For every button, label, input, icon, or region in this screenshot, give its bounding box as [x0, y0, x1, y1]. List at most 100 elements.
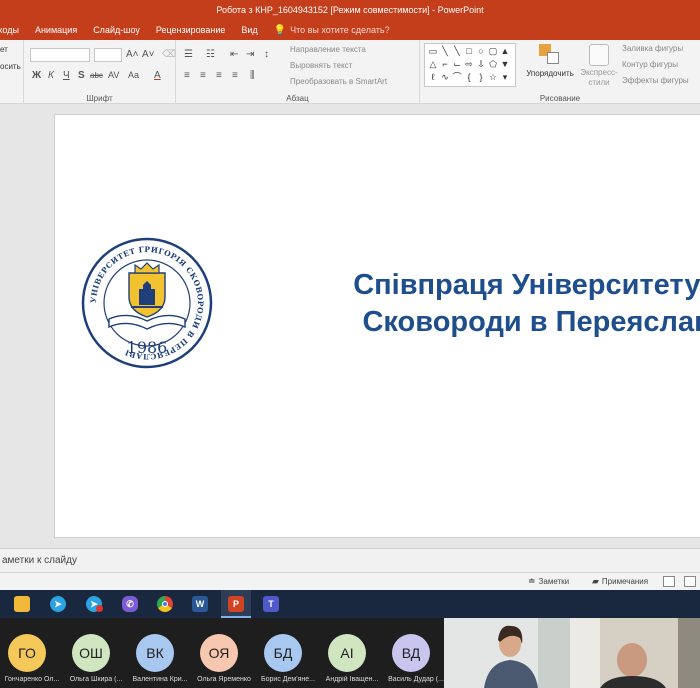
- arrow-right-shape-icon[interactable]: ⇨: [463, 58, 475, 71]
- participant-name: Валентина Кри...: [132, 676, 188, 683]
- file-explorer-icon[interactable]: [14, 596, 30, 612]
- participant-tile[interactable]: БД Борис Дем'яне...: [256, 618, 320, 688]
- arrow-down-shape-icon[interactable]: ⇩: [475, 58, 487, 71]
- star-shape-icon[interactable]: ☆: [487, 71, 499, 84]
- align-right-icon[interactable]: ≡: [216, 70, 222, 81]
- logo-year: 1986: [127, 338, 168, 357]
- justify-icon[interactable]: ≡: [232, 70, 238, 81]
- quick-styles-button[interactable]: Экспресс-стили: [578, 42, 620, 92]
- brace-left-shape-icon[interactable]: {: [463, 71, 475, 84]
- gallery-more-icon[interactable]: ▾: [499, 71, 511, 84]
- format-painter-button[interactable]: осить: [0, 62, 21, 71]
- clipboard-group: ет осить: [0, 40, 24, 104]
- columns-icon[interactable]: ⫼: [250, 70, 255, 81]
- brace-right-shape-icon[interactable]: }: [475, 71, 487, 84]
- slide-workspace: УНІВЕРСИТЕТ ГРИГОРІЯ СКОВОРОДИ В ПЕРЕЯСЛ…: [0, 104, 700, 548]
- sorter-view-icon[interactable]: [684, 576, 696, 587]
- font-group-label: Шрифт: [86, 94, 113, 103]
- font-name-combo[interactable]: [30, 48, 90, 62]
- textbox-shape-icon[interactable]: ▭: [427, 45, 439, 58]
- shape-fill-button[interactable]: Заливка фигуры: [622, 44, 683, 53]
- connector-shape-icon[interactable]: ⌐: [439, 58, 451, 71]
- freeform-shape-icon[interactable]: ℓ: [427, 71, 439, 84]
- lightbulb-icon: 💡: [273, 24, 287, 36]
- tab-slideshow[interactable]: Слайд-шоу: [93, 25, 140, 35]
- powerpoint-icon[interactable]: P: [228, 596, 244, 612]
- tab-review[interactable]: Рецензирование: [156, 25, 226, 35]
- participant-tile[interactable]: ВК Валентина Кри...: [128, 618, 192, 688]
- word-icon[interactable]: W: [192, 596, 208, 612]
- tab-animations[interactable]: Анимация: [35, 25, 77, 35]
- arrange-icon: [539, 44, 561, 66]
- italic-button[interactable]: К: [48, 70, 54, 81]
- slide-title-line-2: Сковороди в Переяславі із Н: [362, 306, 700, 338]
- line-shape-icon[interactable]: ╲: [439, 45, 451, 58]
- notes-pane[interactable]: аметки к слайду: [0, 548, 700, 572]
- rectangle-shape-icon[interactable]: □: [463, 45, 475, 58]
- slide-title-line-1: Співпраця Університету Григо: [353, 269, 700, 301]
- comments-toggle-button[interactable]: ▰ Примечания: [592, 576, 648, 587]
- line-shape-icon[interactable]: ╲: [451, 45, 463, 58]
- slide-title[interactable]: Співпраця Університету Григо Сковороди в…: [291, 267, 700, 341]
- bullets-icon[interactable]: ☰: [184, 49, 193, 60]
- scroll-up-icon[interactable]: ▲: [499, 45, 511, 58]
- underline-button[interactable]: Ч: [63, 70, 70, 81]
- font-color-button[interactable]: A: [154, 70, 161, 81]
- tab-transitions[interactable]: ходы: [0, 25, 19, 35]
- slide-canvas[interactable]: УНІВЕРСИТЕТ ГРИГОРІЯ СКОВОРОДИ В ПЕРЕЯСЛ…: [54, 114, 700, 538]
- bold-button[interactable]: Ж: [32, 70, 41, 81]
- wave-shape-icon[interactable]: ⌒: [451, 71, 463, 84]
- shapes-gallery[interactable]: ▭ ╲ ╲ □ ○ ▢ ▲ △ ⌐ ⌙ ⇨ ⇩ ⬠ ▼ ℓ ∿ ⌒ { } ☆ …: [424, 43, 516, 87]
- participant-tile[interactable]: АІ Андрій Іващен...: [320, 618, 384, 688]
- char-spacing-button[interactable]: AV: [108, 70, 119, 80]
- grow-font-icon[interactable]: A˄: [126, 49, 139, 60]
- align-left-icon[interactable]: ≡: [184, 70, 190, 81]
- shadow-button[interactable]: S: [78, 70, 85, 81]
- viber-icon[interactable]: ✆: [122, 596, 138, 612]
- video-tile-participant-2[interactable]: [570, 618, 700, 688]
- arrange-button[interactable]: Упорядочить: [524, 42, 576, 90]
- telegram-icon[interactable]: ➤: [50, 596, 66, 612]
- shrink-font-icon[interactable]: A˅: [142, 49, 155, 60]
- avatar: ВД: [392, 634, 430, 672]
- font-size-combo[interactable]: [94, 48, 122, 62]
- participant-tile[interactable]: ОЯ Ольга Яременко: [192, 618, 256, 688]
- avatar: ГО: [8, 634, 46, 672]
- avatar: АІ: [328, 634, 366, 672]
- rounded-rect-shape-icon[interactable]: ▢: [487, 45, 499, 58]
- change-case-button[interactable]: Aa: [128, 70, 139, 80]
- participant-name: Гончаренко Ол...: [4, 676, 60, 683]
- participant-tile[interactable]: ГО Гончаренко Ол...: [0, 618, 64, 688]
- chrome-icon[interactable]: [157, 596, 173, 612]
- strikethrough-button[interactable]: abc: [90, 71, 103, 80]
- normal-view-icon[interactable]: [663, 576, 675, 587]
- tell-me-box[interactable]: 💡 Что вы хотите сделать?: [274, 25, 390, 36]
- scroll-down-icon[interactable]: ▼: [499, 58, 511, 71]
- pentagon-shape-icon[interactable]: ⬠: [487, 58, 499, 71]
- teams-icon[interactable]: T: [263, 596, 279, 612]
- notes-toggle-button[interactable]: ≐ Заметки: [528, 576, 569, 587]
- text-direction-button[interactable]: Направление текста: [290, 45, 366, 54]
- quick-styles-label: Экспресс-стили: [580, 68, 618, 87]
- increase-indent-icon[interactable]: ⇥: [246, 49, 254, 60]
- shape-effects-button[interactable]: Эффекты фигуры: [622, 76, 689, 85]
- paragraph-group: ☰ ☷ ⇤ ⇥ ↕ ≡ ≡ ≡ ≡ ⫼ Направление текста В…: [176, 40, 420, 104]
- decrease-indent-icon[interactable]: ⇤: [230, 49, 238, 60]
- participant-tile[interactable]: ОШ Ольга Шкира (...: [64, 618, 128, 688]
- clear-format-icon[interactable]: ⌫: [162, 49, 176, 60]
- convert-smartart-button[interactable]: Преобразовать в SmartArt: [290, 77, 387, 86]
- tab-view[interactable]: Вид: [241, 25, 257, 35]
- elbow-shape-icon[interactable]: ⌙: [451, 58, 463, 71]
- triangle-shape-icon[interactable]: △: [427, 58, 439, 71]
- window-title: Робота з КНР_1604943152 [Режим совместим…: [216, 5, 484, 15]
- video-tile-participant-1[interactable]: [444, 618, 570, 688]
- align-center-icon[interactable]: ≡: [200, 70, 206, 81]
- participant-tile[interactable]: ВД Василь Дудар (...: [384, 618, 448, 688]
- line-spacing-icon[interactable]: ↕: [264, 49, 269, 60]
- shape-outline-button[interactable]: Контур фигуры: [622, 60, 678, 69]
- curve-shape-icon[interactable]: ∿: [439, 71, 451, 84]
- align-text-button[interactable]: Выровнять текст: [290, 61, 352, 70]
- numbering-icon[interactable]: ☷: [206, 49, 215, 60]
- paste-button[interactable]: ет: [0, 45, 8, 54]
- oval-shape-icon[interactable]: ○: [475, 45, 487, 58]
